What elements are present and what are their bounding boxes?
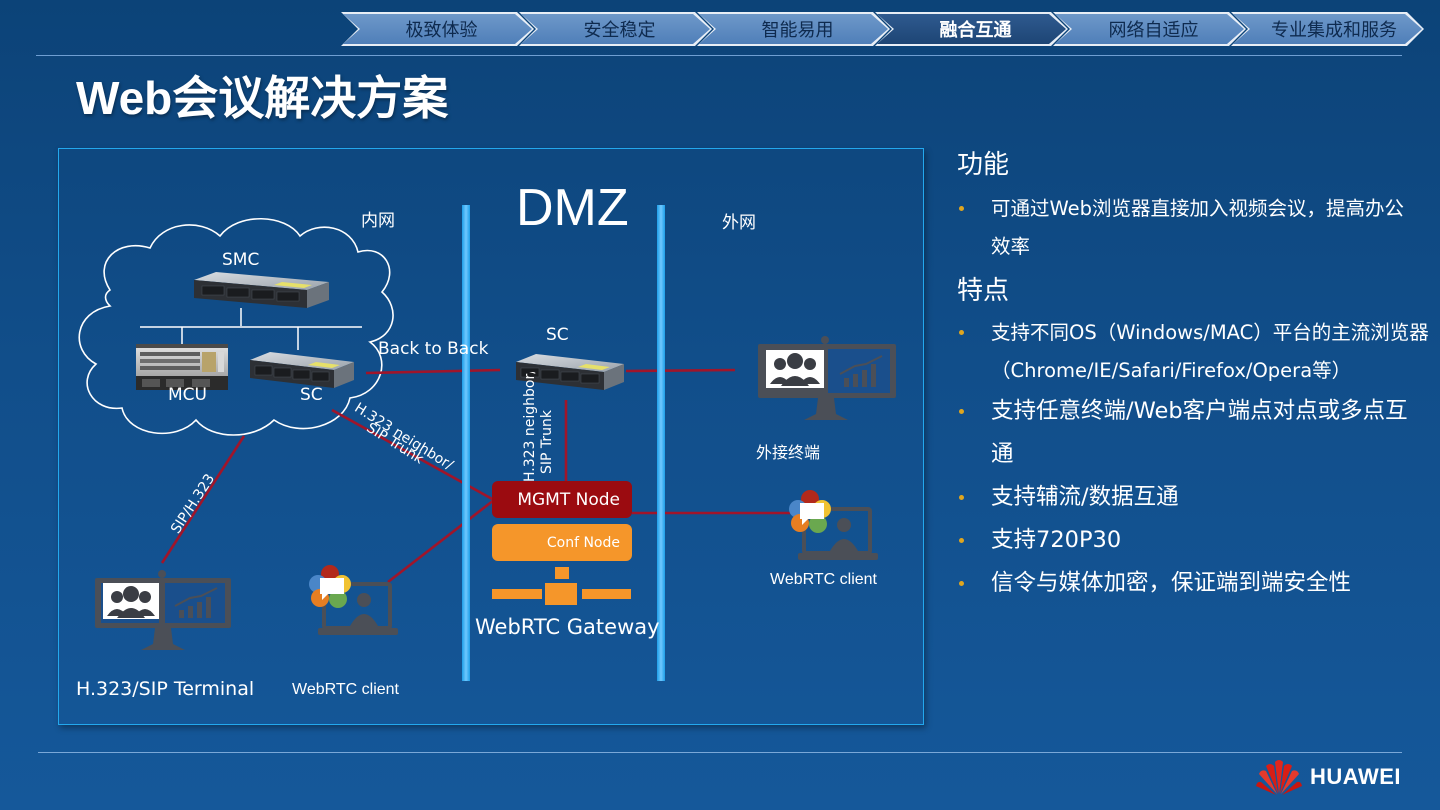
label-h323-trunk-vertical-2: SIP Trunk bbox=[539, 409, 555, 474]
zone-label-extranet: 外网 bbox=[722, 213, 756, 233]
conf-node: Conf Node bbox=[492, 524, 632, 561]
section-title-features: 特点 bbox=[957, 276, 1010, 306]
sc-internal-server-icon bbox=[250, 352, 354, 388]
link-lines bbox=[160, 368, 790, 584]
mgmt-node: MGMT Node bbox=[492, 481, 632, 518]
h323-terminal-icon bbox=[95, 570, 231, 650]
zone-label-dmz: DMZ bbox=[516, 179, 629, 237]
link-back-to-back bbox=[365, 368, 501, 375]
label-sc-internal: SC bbox=[300, 385, 323, 405]
feature-item-text: 支持辅流/数据互通 bbox=[991, 484, 1179, 510]
section-title-function: 功能 bbox=[957, 150, 1010, 180]
huawei-logo: HUAWEI bbox=[1256, 758, 1401, 796]
bullet-icon bbox=[959, 409, 964, 414]
feature-item: 支持720P30 bbox=[957, 519, 1437, 562]
feature-item: 支持辅流/数据互通 bbox=[957, 476, 1437, 519]
bullet-icon bbox=[959, 330, 964, 335]
link-webrtc-internal bbox=[387, 498, 495, 584]
features-panel: 功能 可通过Web浏览器直接加入视频会议，提高办公效率 特点 支持不同OS（Wi… bbox=[957, 146, 1437, 605]
conf-node-label: Conf Node bbox=[546, 534, 620, 551]
smc-bus bbox=[140, 308, 362, 350]
dmz-left-boundary bbox=[462, 205, 470, 681]
huawei-wordmark: HUAWEI bbox=[1310, 764, 1401, 789]
function-item: 可通过Web浏览器直接加入视频会议，提高办公效率 bbox=[957, 190, 1437, 266]
mgmt-node-label: MGMT Node bbox=[517, 489, 620, 510]
label-h323-trunk-vertical-1: H.323 neighbor/ bbox=[522, 372, 538, 482]
bullet-icon bbox=[959, 206, 964, 211]
label-h323-terminal: H.323/SIP Terminal bbox=[76, 678, 255, 700]
label-external-terminal: 外接终端 bbox=[756, 443, 821, 462]
label-webrtc-gateway: WebRTC Gateway bbox=[475, 615, 660, 639]
smc-server-icon bbox=[194, 272, 329, 308]
feature-item-text: 支持不同OS（Windows/MAC）平台的主流浏览器（Chrome/IE/Sa… bbox=[991, 321, 1429, 382]
nav-tab-network-adaptive[interactable]: 网络自适应 bbox=[1053, 12, 1246, 46]
label-back-to-back: Back to Back bbox=[378, 339, 489, 359]
huawei-petals-icon bbox=[1256, 760, 1302, 795]
bullet-icon bbox=[959, 538, 964, 543]
feature-item: 支持不同OS（Windows/MAC）平台的主流浏览器（Chrome/IE/Sa… bbox=[957, 314, 1437, 390]
external-terminal-icon bbox=[758, 336, 896, 420]
function-item-text: 可通过Web浏览器直接加入视频会议，提高办公效率 bbox=[991, 197, 1405, 258]
webrtc-client-internal-icon bbox=[309, 565, 398, 635]
nav-tab-integration-services[interactable]: 专业集成和服务 bbox=[1231, 12, 1424, 46]
nav-tab-label: 网络自适应 bbox=[1055, 14, 1244, 44]
zone-label-intranet: 内网 bbox=[361, 211, 395, 231]
dmz-right-boundary bbox=[657, 205, 665, 681]
label-mcu: MCU bbox=[168, 385, 207, 405]
network-diagram bbox=[78, 218, 896, 650]
footer-divider bbox=[38, 752, 1402, 753]
gateway-network-icon bbox=[492, 567, 631, 605]
feature-item-text: 支持720P30 bbox=[991, 527, 1122, 553]
bullet-icon bbox=[959, 581, 964, 586]
mcu-device-icon bbox=[136, 344, 228, 390]
label-sc-dmz: SC bbox=[546, 325, 569, 345]
label-webrtc-client-external: WebRTC client bbox=[770, 571, 877, 588]
label-webrtc-client-internal: WebRTC client bbox=[292, 681, 399, 698]
webrtc-client-external-icon bbox=[789, 490, 878, 560]
link-sc-external-terminal bbox=[625, 368, 736, 373]
feature-item: 信令与媒体加密，保证端到端安全性 bbox=[957, 562, 1437, 605]
nav-tab-label: 专业集成和服务 bbox=[1233, 14, 1422, 44]
function-list: 可通过Web浏览器直接加入视频会议，提高办公效率 bbox=[957, 190, 1437, 266]
feature-item-text: 信令与媒体加密，保证端到端安全性 bbox=[991, 570, 1352, 596]
feature-item: 支持任意终端/Web客户端点对点或多点互通 bbox=[957, 390, 1437, 476]
bullet-icon bbox=[959, 495, 964, 500]
feature-item-text: 支持任意终端/Web客户端点对点或多点互通 bbox=[991, 398, 1408, 467]
label-smc: SMC bbox=[222, 250, 260, 270]
features-list: 支持不同OS（Windows/MAC）平台的主流浏览器（Chrome/IE/Sa… bbox=[957, 314, 1437, 605]
